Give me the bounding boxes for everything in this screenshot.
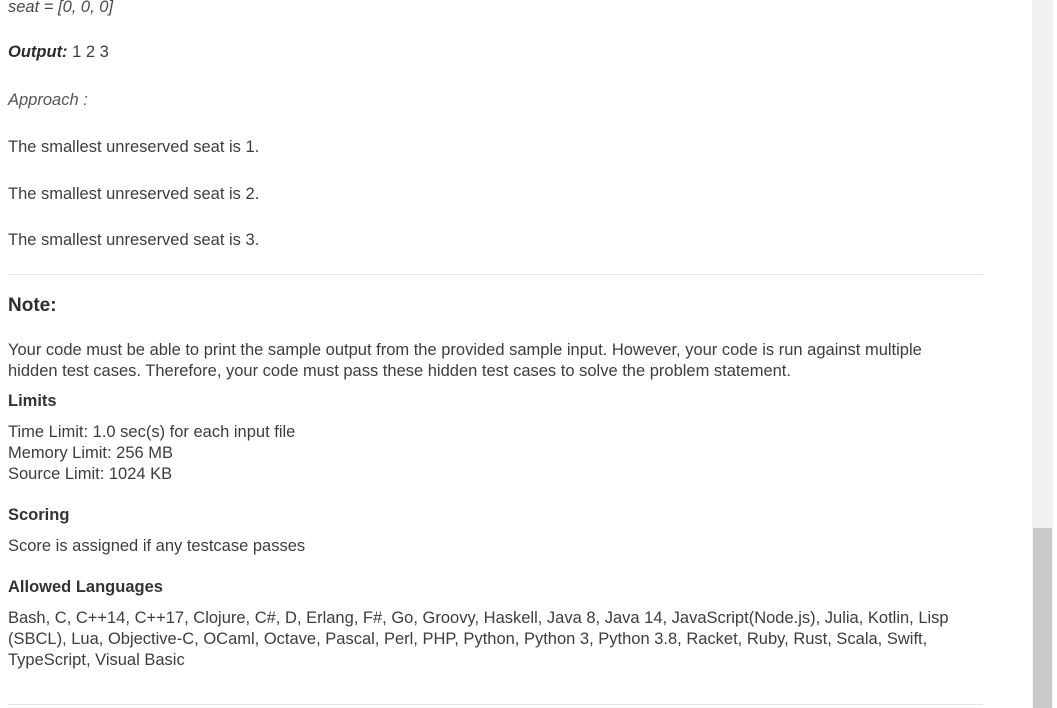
section-divider — [8, 274, 983, 275]
sample-output: Output: 1 2 3 — [8, 42, 109, 63]
output-label: Output: — [8, 43, 68, 61]
section-divider-bottom — [8, 704, 983, 705]
note-text: Your code must be able to print the samp… — [8, 341, 922, 380]
time-limit: Time Limit: 1.0 sec(s) for each input fi… — [8, 423, 296, 441]
source-limit: Source Limit: 1024 KB — [8, 465, 173, 483]
approach-step-1: The smallest unreserved seat is 1. — [8, 138, 260, 156]
approach-step-2: The smallest unreserved seat is 2. — [8, 185, 260, 203]
output-value: 1 2 3 — [67, 43, 109, 61]
sample-input-seat: seat = [0, 0, 0] — [8, 0, 114, 16]
limits-heading: Limits — [8, 392, 57, 410]
limits-list: Time Limit: 1.0 sec(s) for each input fi… — [8, 422, 295, 485]
approach-label: Approach : — [8, 91, 88, 109]
scrollbar-thumb[interactable] — [1033, 528, 1052, 708]
note-heading: Note: — [8, 295, 57, 316]
allowed-languages-heading: Allowed Languages — [8, 578, 163, 596]
approach-step-3: The smallest unreserved seat is 3. — [8, 231, 260, 249]
scoring-heading: Scoring — [8, 506, 70, 524]
scoring-text: Score is assigned if any testcase passes — [8, 537, 306, 555]
allowed-languages-list: Bash, C, C++14, C++17, Clojure, C#, D, E… — [8, 609, 949, 669]
memory-limit: Memory Limit: 256 MB — [8, 444, 174, 462]
